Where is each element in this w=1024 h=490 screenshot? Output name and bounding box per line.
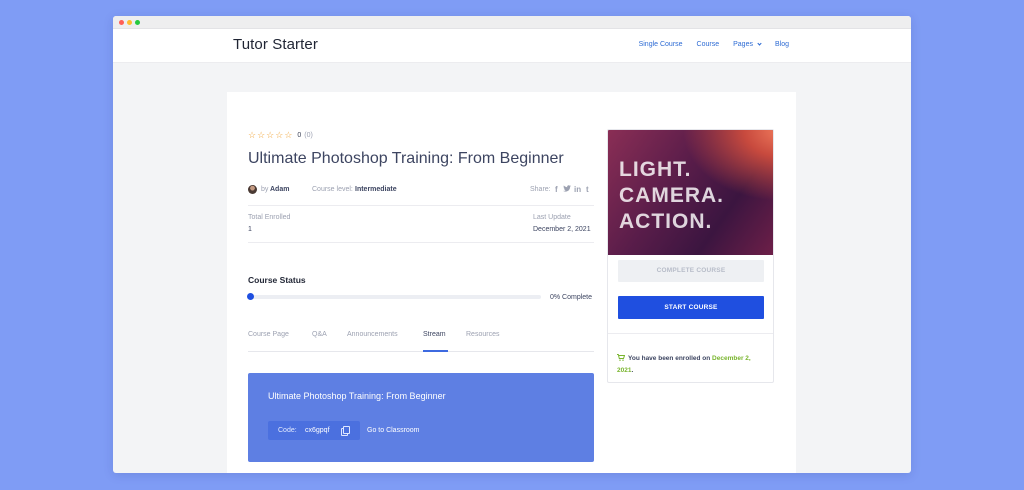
star-outline-icon: ☆	[284, 130, 293, 140]
course-progress-bar	[247, 293, 541, 300]
thumbnail-line: CAMERA.	[619, 184, 724, 207]
enrolled-text: You have been enrolled on	[628, 355, 711, 362]
class-code: cx6gpqf	[305, 427, 330, 434]
tab-qa[interactable]: Q&A	[312, 331, 327, 338]
nav-blog[interactable]: Blog	[775, 41, 789, 48]
by-label: by	[261, 186, 269, 193]
last-update-value: December 2, 2021	[533, 226, 591, 233]
star-outline-icon: ☆	[257, 130, 266, 140]
tab-resources[interactable]: Resources	[466, 331, 499, 338]
facebook-icon[interactable]: f	[555, 185, 558, 194]
linkedin-icon[interactable]: in	[574, 185, 581, 194]
course-sidebar: LIGHT. CAMERA. ACTION. COMPLETE COURSE S…	[607, 129, 774, 383]
chevron-down-icon	[757, 41, 762, 46]
divider	[248, 242, 594, 243]
twitter-icon[interactable]	[563, 185, 571, 194]
divider	[608, 333, 773, 334]
author-avatar[interactable]	[248, 185, 257, 194]
progress-label: 0% Complete	[550, 294, 593, 301]
nav-course[interactable]: Course	[697, 41, 720, 48]
window-titlebar	[113, 16, 911, 29]
total-enrolled-label: Total Enrolled	[248, 214, 291, 221]
tumblr-icon[interactable]: t	[586, 185, 589, 194]
course-title: Ultimate Photoshop Training: From Beginn…	[248, 150, 564, 167]
author-name[interactable]: Adam	[270, 186, 289, 193]
close-window-dot[interactable]	[119, 20, 124, 25]
start-course-button[interactable]: START COURSE	[618, 296, 764, 319]
course-card: ☆ ☆ ☆ ☆ ☆ 0 (0) Ultimate Photoshop Train…	[227, 92, 796, 473]
maximize-window-dot[interactable]	[135, 20, 140, 25]
stream-title: Ultimate Photoshop Training: From Beginn…	[268, 391, 446, 401]
divider	[248, 205, 594, 206]
rating-count: (0)	[304, 132, 313, 139]
class-code-box[interactable]: Code: cx6gpqf	[268, 421, 360, 440]
star-outline-icon: ☆	[266, 130, 275, 140]
active-tab-indicator	[423, 350, 448, 352]
enrolled-suffix: .	[631, 367, 634, 374]
course-status-title: Course Status	[248, 275, 306, 285]
star-outline-icon: ☆	[248, 130, 257, 140]
enrollment-notice: You have been enrolled on December 2, 20…	[617, 353, 765, 377]
main-nav: Single Course Course Pages Blog	[625, 41, 789, 48]
site-logo[interactable]: Tutor Starter	[233, 36, 318, 53]
course-meta: by Adam Course level: Intermediate Share…	[248, 184, 594, 196]
star-outline-icon: ☆	[275, 130, 284, 140]
last-update-label: Last Update	[533, 214, 571, 221]
thumbnail-line: LIGHT.	[619, 158, 692, 181]
twitter-bird-shape	[563, 185, 571, 192]
code-label: Code:	[278, 427, 297, 434]
complete-course-button[interactable]: COMPLETE COURSE	[618, 260, 764, 282]
course-level-label: Course level:	[312, 186, 353, 193]
nav-single-course[interactable]: Single Course	[639, 41, 683, 48]
nav-pages-label: Pages	[733, 41, 753, 48]
stream-card: Ultimate Photoshop Training: From Beginn…	[248, 373, 594, 462]
cart-icon	[617, 354, 625, 361]
go-to-classroom-link[interactable]: Go to Classroom	[367, 427, 420, 434]
tab-course-page[interactable]: Course Page	[248, 331, 289, 338]
rating-value: 0	[297, 132, 302, 139]
tab-stream[interactable]: Stream	[423, 331, 446, 338]
course-rating: ☆ ☆ ☆ ☆ ☆ 0 (0)	[248, 131, 313, 140]
thumbnail-text: LIGHT. CAMERA. ACTION.	[619, 157, 724, 235]
minimize-window-dot[interactable]	[127, 20, 132, 25]
course-thumbnail: LIGHT. CAMERA. ACTION.	[608, 130, 773, 255]
nav-pages[interactable]: Pages	[733, 41, 762, 48]
course-level-value: Intermediate	[355, 186, 397, 193]
total-enrolled-value: 1	[248, 226, 252, 233]
site-header: Tutor Starter Single Course Course Pages…	[113, 29, 911, 63]
thumbnail-line: ACTION.	[619, 210, 713, 233]
browser-window: Tutor Starter Single Course Course Pages…	[113, 16, 911, 473]
course-tabs: Course Page Q&A Announcements Stream Res…	[248, 330, 594, 352]
tab-announcements[interactable]: Announcements	[347, 331, 398, 338]
share-label: Share:	[530, 186, 551, 193]
progress-indicator	[247, 293, 254, 300]
copy-icon[interactable]	[341, 426, 350, 436]
